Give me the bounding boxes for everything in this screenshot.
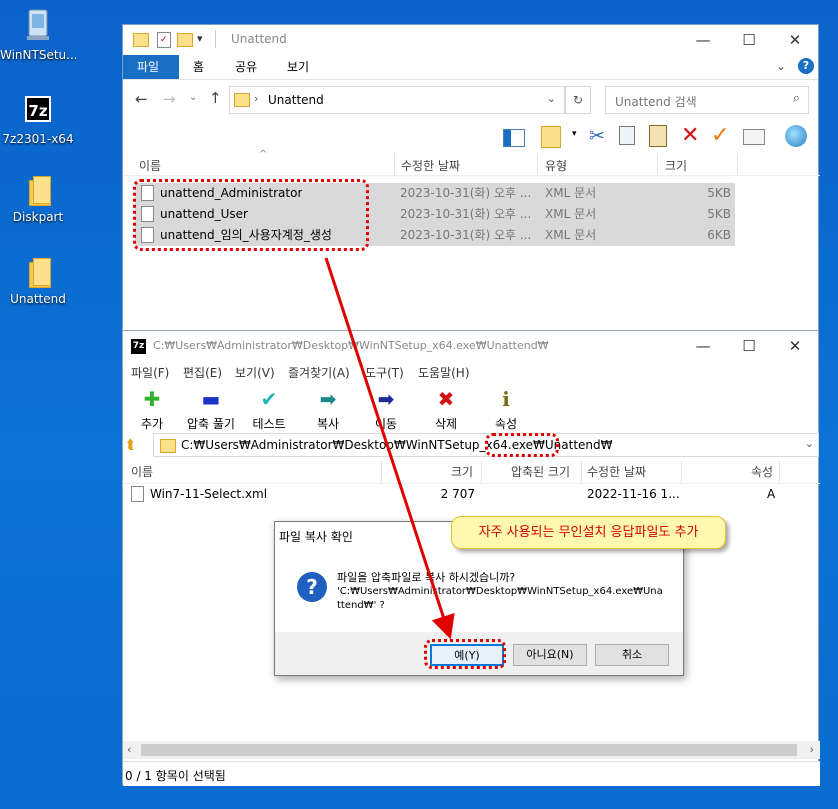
red-arrow — [324, 257, 455, 640]
